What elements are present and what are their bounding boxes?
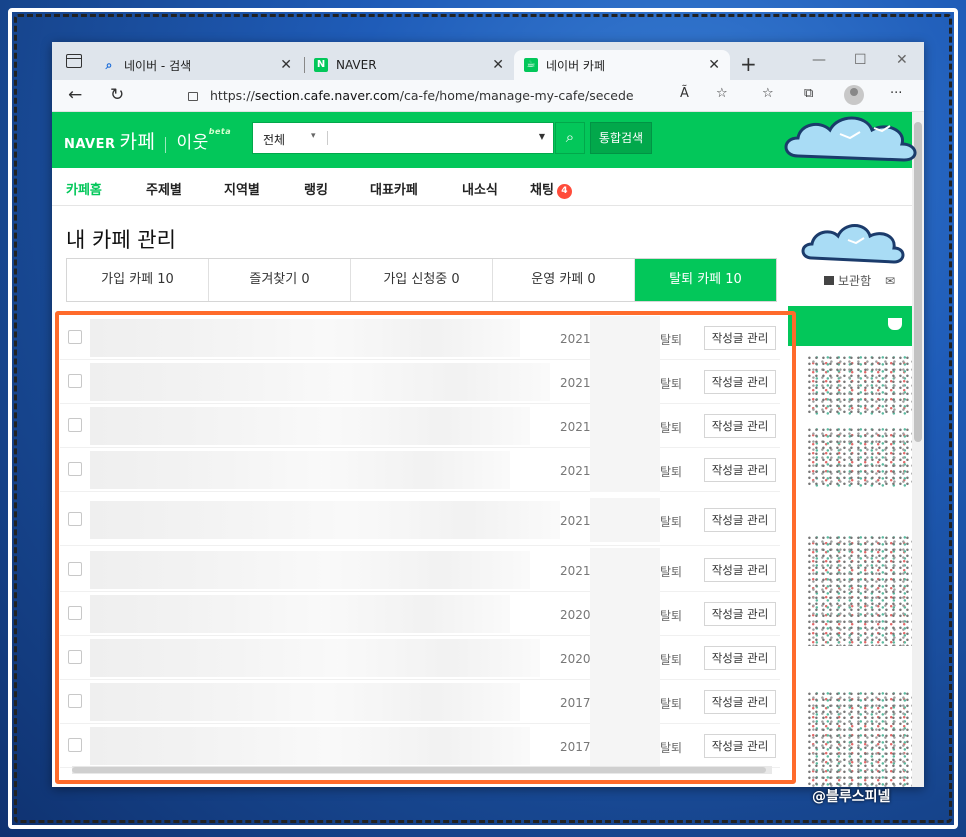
minimize-icon[interactable]: — — [812, 52, 826, 68]
blurred-thumbnail — [808, 356, 912, 416]
tab-label: 네이버 카페 — [546, 58, 606, 73]
search-divider — [327, 131, 328, 145]
chevron-down-icon: ▾ — [311, 131, 316, 141]
more-icon[interactable]: ··· — [890, 86, 902, 101]
global-nav: 카페홈 주제별 지역별 랭킹 대표카페 내소식 채팅 4 — [52, 168, 924, 206]
storage-label: 보관함 — [838, 274, 872, 288]
blurred-thumbnail — [808, 692, 912, 787]
autocomplete-toggle-icon[interactable]: ▼ — [539, 132, 545, 141]
tab-pending-applications[interactable]: 가입 신청중 0 — [351, 259, 493, 301]
maximize-icon[interactable]: ☐ — [854, 52, 867, 68]
cloud-sticker — [784, 116, 917, 162]
logo-neighbor[interactable]: 이웃 — [176, 133, 208, 153]
scrollbar-thumb[interactable] — [914, 122, 922, 442]
url-scheme: https:// — [210, 88, 255, 103]
mail-icon[interactable]: ✉ — [885, 274, 895, 288]
read-aloud-icon[interactable]: Ã — [680, 86, 689, 101]
folder-icon — [824, 276, 834, 285]
blurred-thumbnail — [808, 536, 912, 646]
logo-cafe: 카페 — [119, 131, 156, 153]
back-icon[interactable]: ← — [68, 85, 82, 105]
tab-favorites[interactable]: 즐겨찾기 0 — [209, 259, 351, 301]
window-close-icon[interactable]: ✕ — [896, 52, 908, 68]
highlight-box — [55, 311, 796, 784]
nav-my-news[interactable]: 내소식 — [462, 179, 498, 198]
search-icon-button[interactable]: ⌕ — [555, 122, 585, 154]
naver-n-icon: N — [314, 58, 328, 72]
cup-icon — [888, 318, 902, 330]
naver-cafe-icon: ☕ — [524, 58, 538, 72]
url-path: /ca-fe/home/manage-my-cafe/secede — [399, 88, 634, 103]
tab-joined-cafes[interactable]: 가입 카페 10 — [67, 259, 209, 301]
nav-topics[interactable]: 주제별 — [146, 179, 182, 198]
logo-naver: NAVER — [64, 137, 116, 152]
cafe-logo[interactable]: NAVER 카페 이웃beta — [64, 127, 231, 154]
nav-cafe-home[interactable]: 카페홈 — [66, 179, 102, 198]
tab-separator — [304, 57, 305, 73]
nav-ranking[interactable]: 랭킹 — [304, 179, 328, 198]
lock-icon — [188, 92, 198, 101]
tab-actions-icon[interactable] — [66, 54, 82, 68]
storage-link[interactable]: 보관함 ✉ — [824, 272, 895, 289]
favorites-icon[interactable]: ☆ — [762, 86, 774, 101]
cloud-sticker — [801, 224, 905, 264]
vertical-scrollbar[interactable] — [912, 112, 924, 787]
favorite-add-icon[interactable]: ☆ — [716, 86, 728, 101]
url-field[interactable]: https://section.cafe.naver.com/ca-fe/hom… — [188, 88, 634, 103]
side-panel: 보관함 ✉ — [788, 206, 912, 787]
tab-label: NAVER — [336, 58, 377, 72]
profile-avatar[interactable] — [844, 85, 864, 105]
tab-naver-cafe[interactable]: ☕ 네이버 카페 ✕ — [514, 50, 730, 80]
collections-icon[interactable]: ⧉ — [804, 86, 813, 101]
tab-naver[interactable]: N NAVER ✕ — [304, 50, 514, 80]
tab-strip: ⌕ 네이버 - 검색 ✕ N NAVER ✕ ☕ 네이버 카페 ✕ + — ☐ … — [52, 42, 924, 80]
search-input[interactable]: 전체 ▾ ▼ — [252, 122, 554, 154]
page-title: 내 카페 관리 — [66, 228, 176, 252]
search-scope-select[interactable]: 전체 — [263, 131, 285, 148]
chat-count-badge: 4 — [556, 184, 572, 199]
unified-search-button[interactable]: 통합검색 — [590, 122, 652, 154]
side-cafe-banner — [788, 306, 912, 346]
nav-representative-cafe[interactable]: 대표카페 — [370, 179, 418, 198]
manage-tabs: 가입 카페 10 즐겨찾기 0 가입 신청중 0 운영 카페 0 탈퇴 카페 1… — [66, 258, 777, 302]
refresh-icon[interactable]: ↻ — [110, 85, 124, 105]
close-icon[interactable]: ✕ — [280, 57, 292, 73]
nav-regions[interactable]: 지역별 — [224, 179, 260, 198]
url-host: section.cafe.naver.com — [254, 88, 400, 103]
nav-chat[interactable]: 채팅 4 — [530, 179, 572, 199]
close-icon[interactable]: ✕ — [708, 57, 720, 73]
blurred-thumbnail — [808, 428, 912, 488]
beta-label: beta — [208, 127, 232, 136]
tab-naver-search[interactable]: ⌕ 네이버 - 검색 ✕ — [92, 50, 302, 80]
logo-divider — [165, 136, 167, 153]
tab-label: 네이버 - 검색 — [124, 58, 192, 73]
close-icon[interactable]: ✕ — [492, 57, 504, 73]
search-icon: ⌕ — [105, 58, 113, 72]
nav-chat-label: 채팅 — [530, 183, 554, 198]
new-tab-icon[interactable]: + — [740, 52, 757, 76]
tab-left-cafes[interactable]: 탈퇴 카페 10 — [635, 259, 776, 301]
watermark: @블루스피넬 — [812, 789, 891, 805]
tab-managed-cafes[interactable]: 운영 카페 0 — [493, 259, 635, 301]
overlay-text — [812, 728, 816, 743]
